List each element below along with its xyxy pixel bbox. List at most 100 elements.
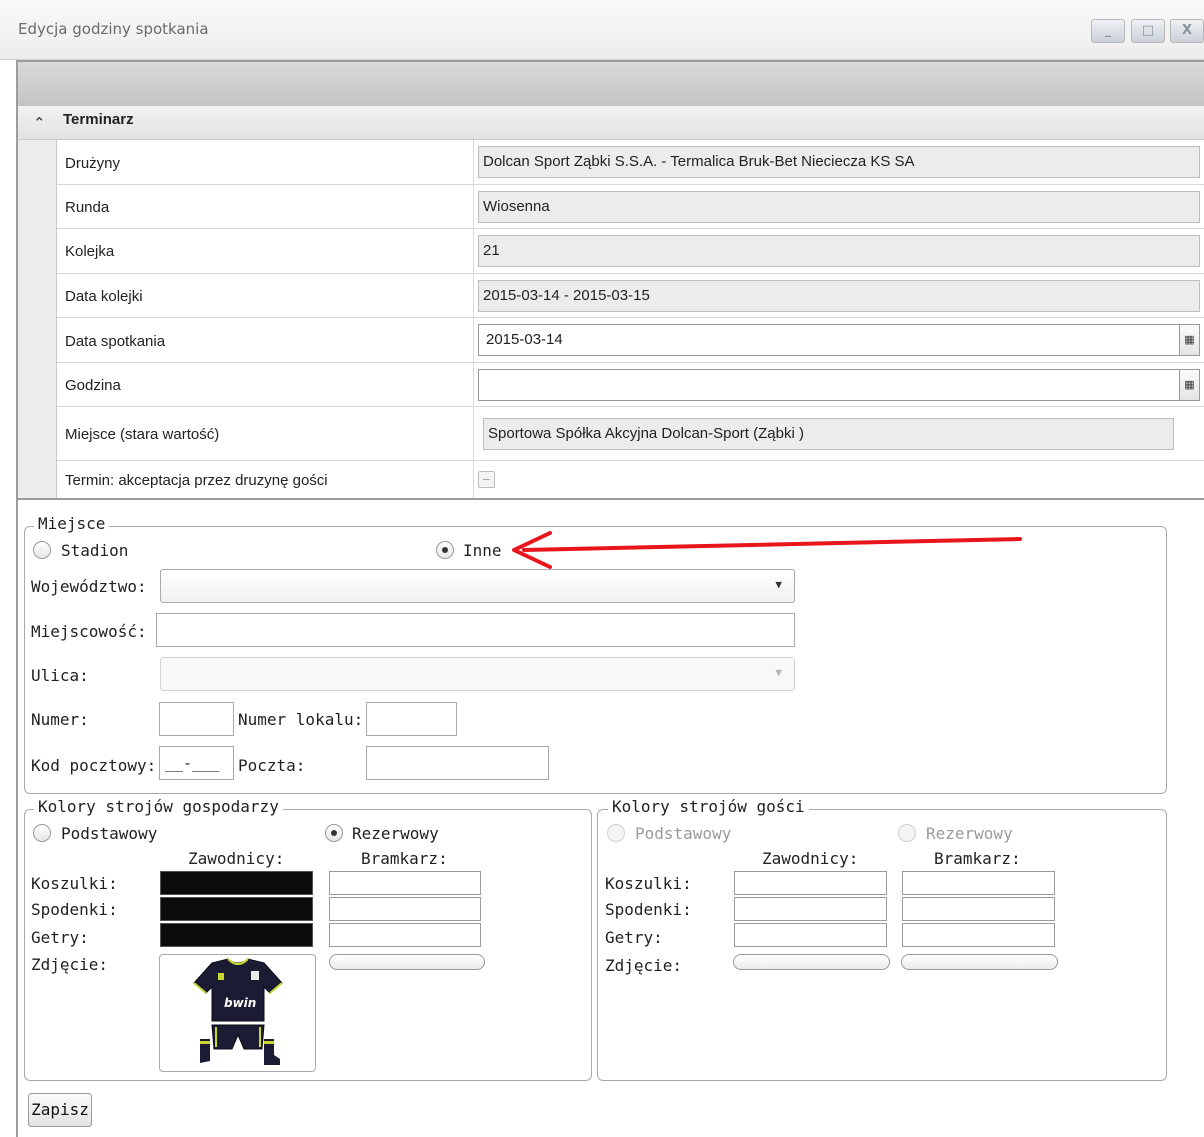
away-radio-primary[interactable] [607,824,625,842]
away-goalkeeper-socks-swatch[interactable] [902,923,1055,947]
time-picker-icon[interactable]: ▦ [1179,370,1199,400]
post-office-label: Poczta: [238,756,306,775]
home-col-players: Zawodnicy: [188,849,285,868]
home-col-goalkeeper: Bramkarz: [361,849,448,868]
jersey-sponsor: bwin [224,996,256,1010]
window-title: Edycja godziny spotkania [18,20,209,38]
grid-row-matchday-dates: Data kolejki 2015-03-14 - 2015-03-15 [57,274,1204,318]
home-player-shirt-swatch[interactable] [160,871,313,895]
home-goalkeeper-socks-swatch[interactable] [329,923,481,947]
row-label-acceptance: Termin: akceptacja przez druzynę gości [65,472,328,489]
home-radio-primary[interactable] [33,824,51,842]
location-legend: Miejsce [34,514,110,533]
row-label-teams: Drużyny [65,155,121,172]
away-goalkeeper-shorts-swatch[interactable] [902,897,1055,921]
match-date-value: 2015-03-14 [486,331,563,348]
away-radio-primary-label[interactable]: Podstawowy [635,824,731,843]
matchday-field: 21 [478,235,1200,267]
grid-row-matchday: Kolejka 21 [57,229,1204,274]
minimize-button[interactable]: _ [1091,19,1125,43]
home-goalkeeper-photo-button[interactable] [329,954,485,970]
postal-code-input[interactable]: __-___ [159,746,234,780]
column-separator [473,318,474,362]
away-col-goalkeeper: Bramkarz: [934,849,1021,868]
property-grid: Drużyny Dolcan Sport Ząbki S.S.A. - Term… [56,140,1204,498]
row-label-time: Godzina [65,377,121,394]
home-row-shirts: Koszulki: [31,874,118,893]
home-player-shorts-swatch[interactable] [160,897,313,921]
row-label-round: Runda [65,199,110,216]
collapse-chevron-icon[interactable]: ⌃ [33,114,46,132]
number-input[interactable] [159,702,234,736]
acceptance-checkbox[interactable] [478,471,495,488]
away-player-shorts-swatch[interactable] [734,897,887,921]
home-player-socks-swatch[interactable] [160,923,313,947]
grid-row-round: Runda Wiosenna [57,185,1204,229]
section-title: Terminarz [63,111,134,128]
old-venue-field: Sportowa Spółka Akcyjna Dolcan-Sport (Zą… [483,418,1174,450]
row-label-match-date: Data spotkania [65,333,166,350]
home-row-photo: Zdjęcie: [31,955,109,974]
radio-stadion[interactable] [33,541,51,559]
away-player-photo-button[interactable] [733,954,890,970]
street-label: Ulica: [31,666,89,685]
city-input[interactable] [156,613,795,647]
street-select[interactable]: ▼ [160,657,795,691]
teams-field: Dolcan Sport Ząbki S.S.A. - Termalica Br… [478,146,1200,178]
close-button[interactable]: X [1170,19,1204,43]
home-radio-primary-label[interactable]: Podstawowy [61,824,157,843]
kit-jersey-image: bwin [193,958,283,1065]
column-separator [473,407,474,460]
column-separator [473,363,474,406]
grid-row-old-venue: Miejsce (stara wartość) Sportowa Spółka … [57,407,1204,461]
away-player-shirt-swatch[interactable] [734,871,887,895]
away-goalkeeper-photo-button[interactable] [901,954,1058,970]
home-goalkeeper-shorts-swatch[interactable] [329,897,481,921]
away-row-shorts: Spodenki: [605,900,692,919]
column-separator [473,461,474,498]
away-radio-reserve-label[interactable]: Rezerwowy [926,824,1013,843]
time-input[interactable]: ▦ [478,369,1200,401]
home-goalkeeper-shirt-swatch[interactable] [329,871,481,895]
radio-inne[interactable] [436,541,454,559]
apartment-input[interactable] [366,702,457,736]
number-label: Numer: [31,710,89,729]
voivodeship-label: Województwo: [31,577,147,596]
postal-code-label: Kod pocztowy: [31,756,157,775]
away-goalkeeper-shirt-swatch[interactable] [902,871,1055,895]
save-button[interactable]: Zapisz [28,1093,92,1127]
grid-row-acceptance: Termin: akceptacja przez druzynę gości [57,461,1204,498]
home-radio-reserve[interactable] [325,824,343,842]
section-header[interactable] [18,106,1204,140]
row-label-matchday-dates: Data kolejki [65,288,143,305]
column-separator [473,229,474,273]
home-kit-legend: Kolory strojów gospodarzy [34,797,283,816]
row-label-matchday: Kolejka [65,243,115,260]
chevron-down-icon[interactable]: ▼ [775,666,782,679]
maximize-button[interactable]: □ [1131,19,1165,43]
away-radio-reserve[interactable] [898,824,916,842]
column-separator [473,140,474,184]
post-office-input[interactable] [366,746,549,780]
away-kit-legend: Kolory strojów gości [608,797,809,816]
away-row-socks: Getry: [605,928,663,947]
away-row-shirts: Koszulki: [605,874,692,893]
annotation-arrow-icon [512,531,1022,569]
matchday-dates-field: 2015-03-14 - 2015-03-15 [478,280,1200,312]
calendar-icon[interactable]: ▦ [1179,325,1199,355]
chevron-down-icon[interactable]: ▼ [775,578,782,591]
home-radio-reserve-label[interactable]: Rezerwowy [352,824,439,843]
match-date-input[interactable]: 2015-03-14 ▦ [478,324,1200,356]
grid-row-match-date: Data spotkania 2015-03-14 ▦ [57,318,1204,363]
away-row-photo: Zdjęcie: [605,956,683,975]
grid-row-teams: Drużyny Dolcan Sport Ząbki S.S.A. - Term… [57,140,1204,185]
radio-inne-label[interactable]: Inne [463,541,502,560]
column-separator [473,274,474,317]
away-col-players: Zawodnicy: [762,849,859,868]
home-kit-photo[interactable]: bwin [159,954,316,1072]
voivodeship-select[interactable]: ▼ [160,569,795,603]
column-separator [473,185,474,228]
away-player-socks-swatch[interactable] [734,923,887,947]
radio-stadion-label[interactable]: Stadion [61,541,128,560]
apartment-label: Numer lokalu: [238,710,364,729]
